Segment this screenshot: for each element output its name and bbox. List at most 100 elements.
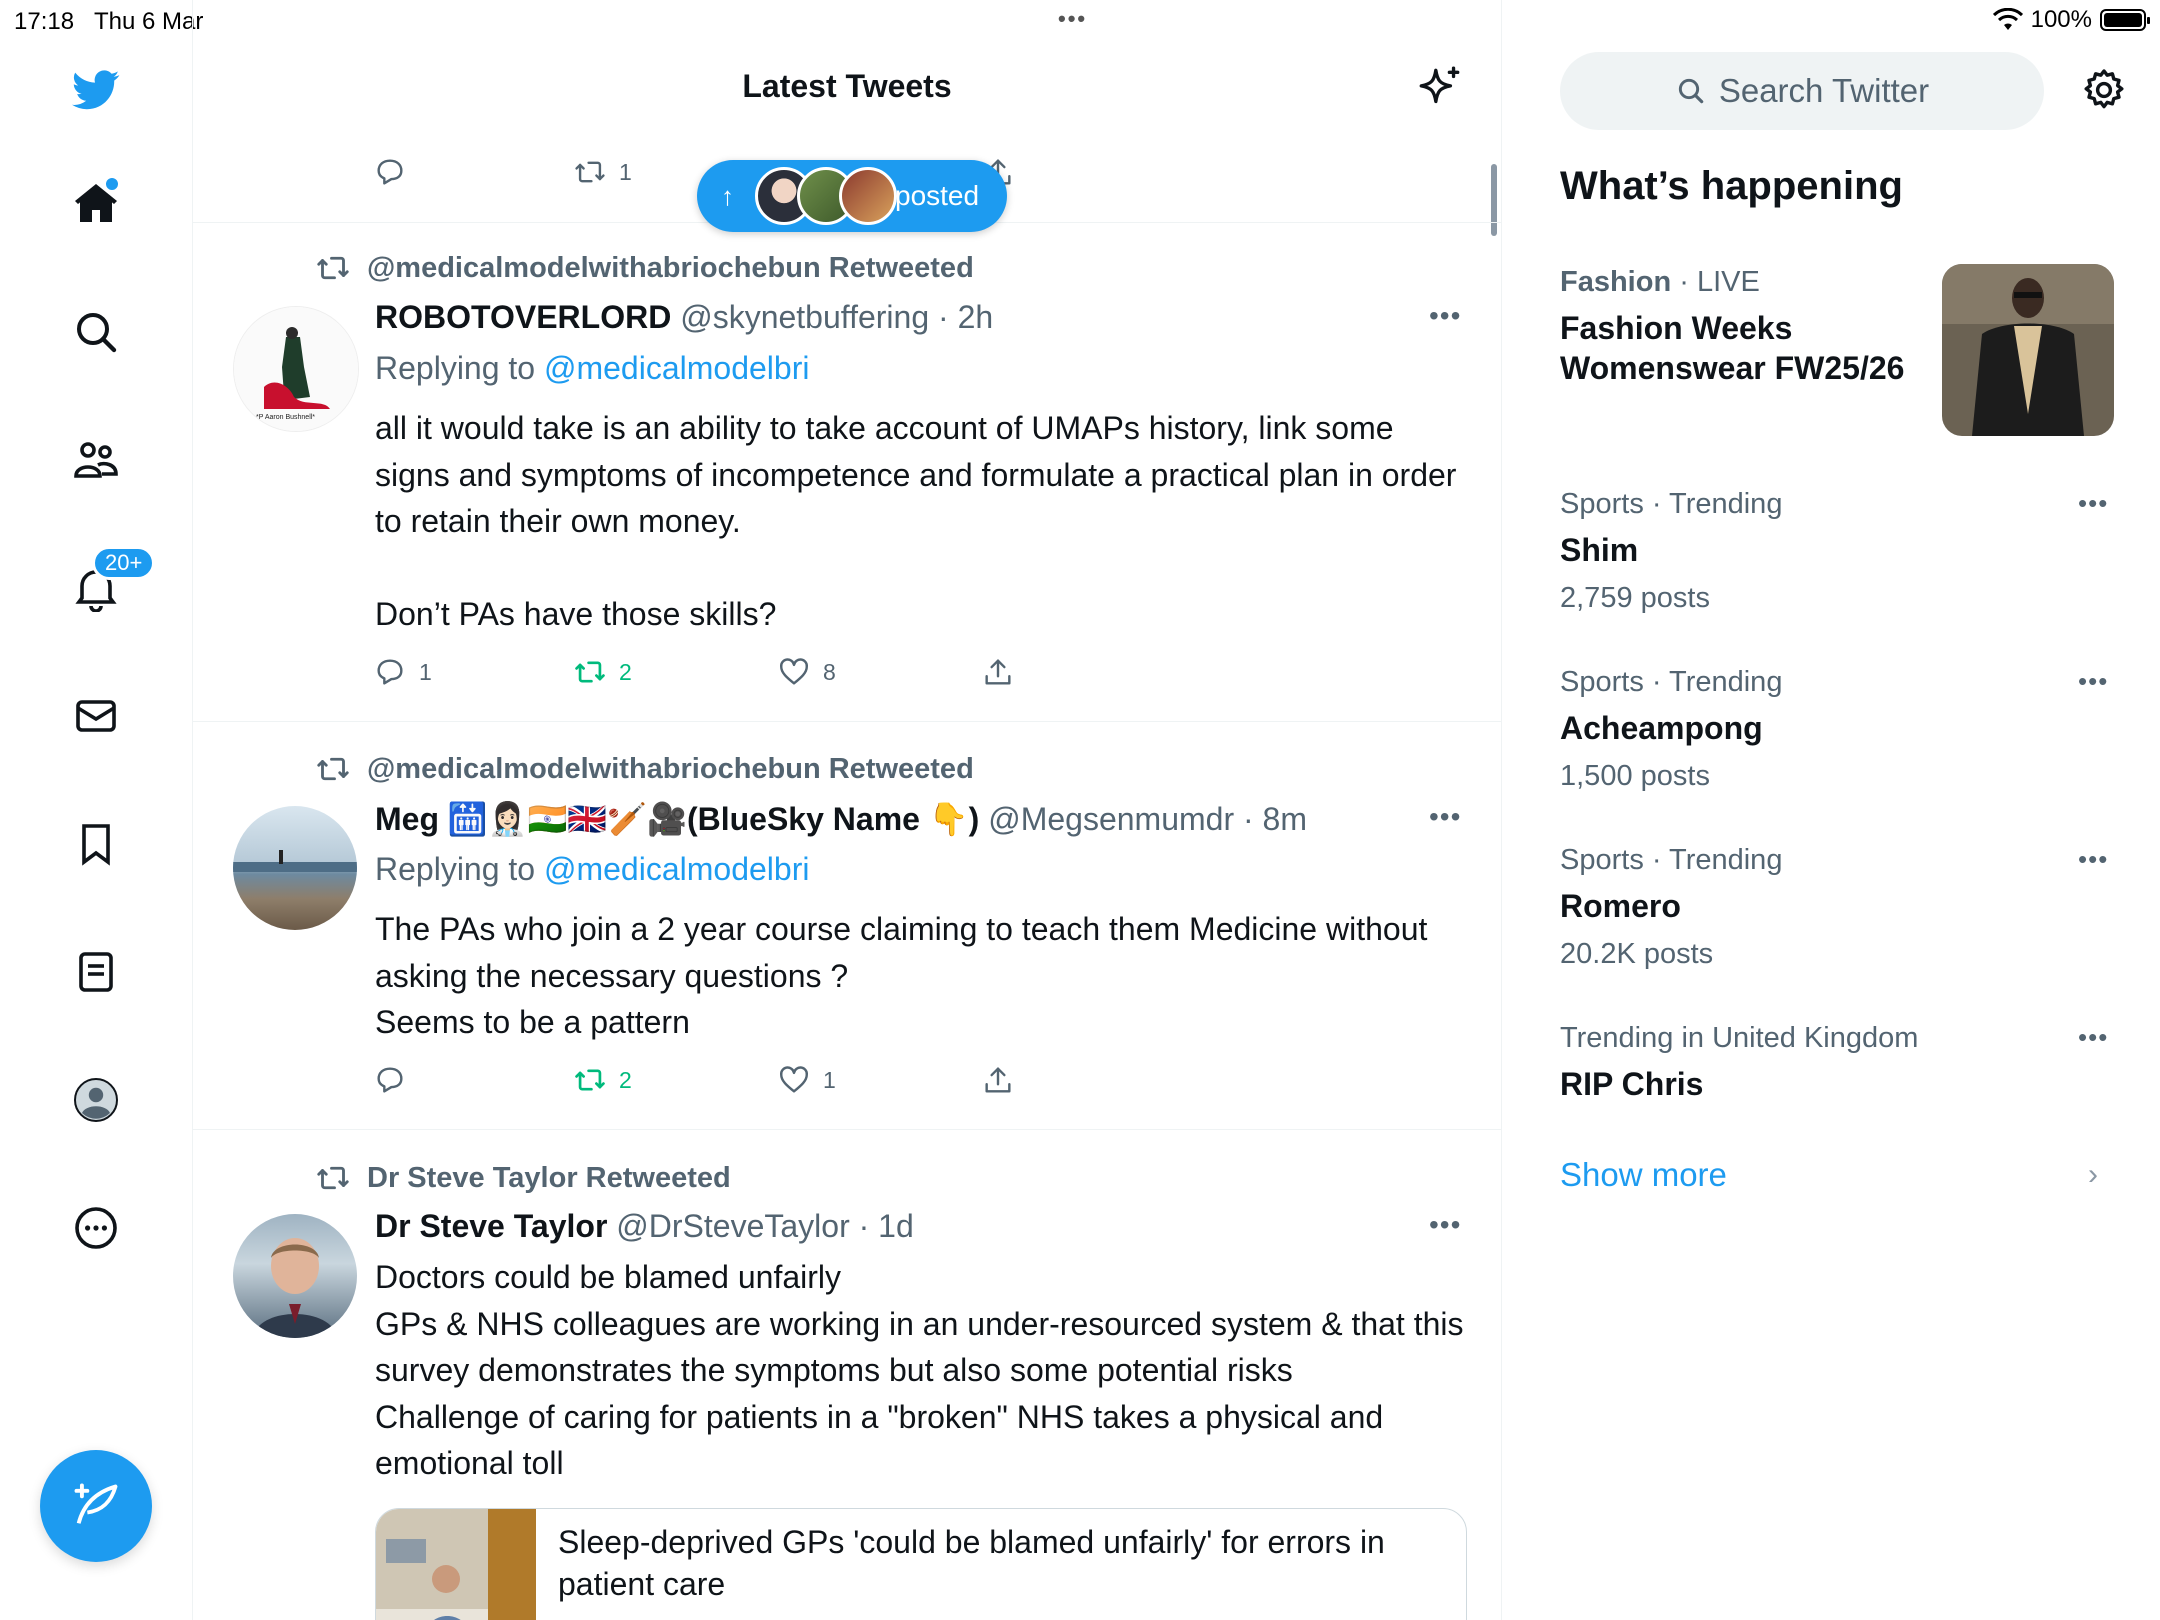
tweet-actions: 2 1	[373, 1060, 1015, 1100]
tweet-text: Doctors could be blamed unfairly GPs & N…	[375, 1259, 1464, 1481]
reply-button[interactable]: 1	[373, 655, 573, 689]
reply-icon	[377, 159, 403, 185]
sparkle-icon[interactable]	[1415, 64, 1465, 114]
retweeted-by-text: Dr Steve Taylor Retweeted	[367, 1161, 731, 1194]
handle[interactable]: @Megsenmumdr	[988, 801, 1234, 837]
trend-title[interactable]: Shim	[1560, 530, 1638, 570]
search-input[interactable]: Search Twitter	[1560, 52, 2044, 130]
more-options-icon[interactable]: •••	[2078, 666, 2108, 697]
svg-text:*P Aaron Bushnell*: *P Aaron Bushnell*	[256, 414, 315, 421]
new-posts-pill[interactable]: ↑ posted	[697, 160, 1007, 232]
trend-count: 20.2K posts	[1560, 938, 1714, 970]
replying-to: Replying to @medicalmodelbri	[375, 350, 809, 387]
like-count: 1	[823, 1066, 836, 1093]
like-button[interactable]: 8	[777, 655, 981, 689]
more-options-icon[interactable]: •••	[2078, 844, 2108, 875]
search-icon	[1678, 78, 1704, 104]
live-label: · LIVE	[1671, 266, 1760, 298]
retweet-button[interactable]: 2	[573, 1063, 777, 1097]
chevron-right-icon[interactable]: ›	[2088, 1158, 2098, 1192]
share-button[interactable]	[981, 655, 1015, 689]
avatar[interactable]: *P Aaron Bushnell*	[233, 306, 359, 432]
link-card-title: Sleep-deprived GPs 'could be blamed unfa…	[558, 1524, 1385, 1602]
share-icon	[985, 1067, 1011, 1093]
notifications-badge: 20+	[92, 546, 156, 580]
fashion-image[interactable]	[1942, 264, 2114, 436]
reply-button[interactable]	[373, 1063, 573, 1097]
page-title: Latest Tweets	[742, 68, 952, 104]
timestamp: · 2h	[938, 299, 994, 335]
retweeted-by: @medicalmodelwithabriochebun Retweeted	[315, 250, 974, 286]
trend-category: Sports · Trending	[1560, 488, 1783, 520]
share-button[interactable]	[981, 1063, 1015, 1097]
handle[interactable]: @skynetbuffering	[680, 299, 929, 335]
replying-to: Replying to @medicalmodelbri	[375, 851, 809, 888]
compose-icon	[74, 1483, 118, 1524]
sidebar-right: Search Twitter What’s happening Fashion …	[1502, 0, 2160, 1620]
gear-icon[interactable]	[2080, 66, 2128, 114]
display-name[interactable]: Meg 🛗👩🏻‍⚕️🇮🇳🇬🇧🏏🎥(BlueSky Name 👇)	[375, 801, 979, 837]
timestamp: · 1d	[858, 1208, 914, 1244]
tweet-header: Meg 🛗👩🏻‍⚕️🇮🇳🇬🇧🏏🎥(BlueSky Name 👇) @Megsen…	[375, 800, 1307, 838]
reply-count: 1	[419, 658, 432, 685]
more-options-icon[interactable]: •••	[2078, 488, 2108, 519]
timeline: Latest Tweets 1 ↑ posted @medicalmodelwi…	[193, 0, 1502, 1620]
trend-title[interactable]: Romero	[1560, 886, 1681, 926]
replying-to-prefix: Replying to	[375, 350, 544, 386]
avatar[interactable]	[233, 806, 357, 930]
link-card[interactable]: Sleep-deprived GPs 'could be blamed unfa…	[375, 1508, 1467, 1620]
bookmark-icon[interactable]	[68, 816, 124, 872]
retweeted-by: Dr Steve Taylor Retweeted	[315, 1160, 731, 1196]
bell-icon[interactable]: 20+	[68, 546, 156, 616]
display-name[interactable]: Dr Steve Taylor	[375, 1208, 607, 1244]
home-icon[interactable]	[68, 176, 124, 232]
replying-to-link[interactable]: @medicalmodelbri	[544, 350, 809, 386]
display-name[interactable]: ROBOTOVERLORD	[375, 299, 671, 335]
twitter-bird-icon[interactable]	[68, 62, 124, 118]
tweet-text: The PAs who join a 2 year course claimin…	[375, 911, 1428, 1040]
home-unread-dot	[104, 176, 120, 192]
trend-category: Fashion · LIVE	[1560, 266, 1760, 299]
mail-icon[interactable]	[68, 688, 124, 744]
retweet-icon	[575, 161, 605, 183]
trend-title[interactable]: Acheampong	[1560, 708, 1763, 748]
more-options-icon[interactable]: •••	[1429, 801, 1461, 833]
retweeted-by: @medicalmodelwithabriochebun Retweeted	[315, 751, 974, 787]
show-more-link[interactable]: Show more	[1560, 1156, 1727, 1194]
tweet-text: all it would take is an ability to take …	[375, 410, 1457, 632]
more-options-icon[interactable]: •••	[2078, 1022, 2108, 1053]
trend-category: Sports · Trending	[1560, 666, 1783, 698]
handle[interactable]: @DrSteveTaylor	[616, 1208, 849, 1244]
retweet-icon	[317, 757, 349, 781]
more-circle-icon[interactable]	[68, 1200, 124, 1256]
heart-icon	[780, 1066, 808, 1093]
retweeted-by-text: @medicalmodelwithabriochebun Retweeted	[367, 251, 974, 284]
reply-button[interactable]	[373, 155, 573, 189]
arrow-up-icon: ↑	[721, 180, 734, 211]
avatar	[839, 167, 897, 225]
avatar[interactable]	[233, 1214, 357, 1338]
trend-title[interactable]: RIP Chris	[1560, 1064, 1703, 1104]
more-options-icon[interactable]: •••	[1429, 300, 1461, 332]
trend-count: 1,500 posts	[1560, 760, 1710, 792]
link-card-image	[376, 1509, 536, 1620]
retweet-icon	[317, 1166, 349, 1190]
communities-icon[interactable]	[68, 432, 124, 488]
search-icon[interactable]	[68, 304, 124, 360]
trend-title[interactable]: Fashion Weeks Womenswear FW25/26	[1560, 308, 1920, 388]
lists-icon[interactable]	[68, 944, 124, 1000]
profile-icon[interactable]	[68, 1072, 124, 1128]
compose-tweet-button[interactable]	[40, 1450, 152, 1562]
retweeted-by-text: @medicalmodelwithabriochebun Retweeted	[367, 752, 974, 785]
avatar-image: *P Aaron Bushnell*	[234, 307, 358, 431]
like-button[interactable]: 1	[777, 1063, 981, 1097]
replying-to-link[interactable]: @medicalmodelbri	[544, 851, 809, 887]
avatar-image	[253, 1238, 337, 1338]
more-options-icon[interactable]: •••	[1429, 1209, 1461, 1241]
retweet-button[interactable]: 2	[573, 655, 777, 689]
tweet-header: Dr Steve Taylor @DrSteveTaylor · 1d	[375, 1208, 914, 1245]
tweet-actions: 1 2 8	[373, 652, 1015, 692]
retweet-icon	[575, 1069, 605, 1091]
scrollbar[interactable]	[1491, 164, 1497, 236]
reply-icon	[377, 1067, 403, 1093]
